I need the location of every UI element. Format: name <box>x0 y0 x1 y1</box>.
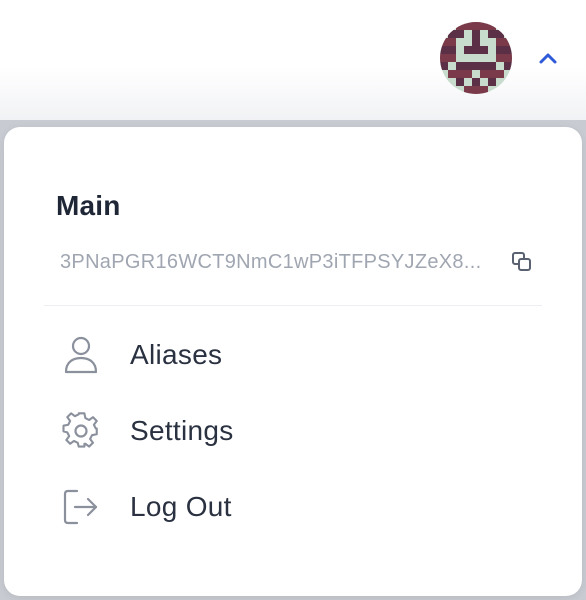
menu-item-aliases[interactable]: Aliases <box>60 329 540 381</box>
identicon-image <box>440 22 512 94</box>
logout-icon <box>60 486 102 528</box>
copy-icon <box>512 252 531 271</box>
copy-address-button[interactable] <box>510 250 534 274</box>
menu-item-settings[interactable]: Settings <box>60 405 540 457</box>
gear-icon <box>60 410 102 452</box>
menu-item-label: Log Out <box>130 491 232 522</box>
address-row: 3PNaPGR16WCT9NmC1wP3iTFPSYJZeX8... <box>60 248 540 276</box>
account-address: 3PNaPGR16WCT9NmC1wP3iTFPSYJZeX8... <box>60 250 482 273</box>
menu-item-label: Settings <box>130 415 234 446</box>
account-name: Main <box>56 190 121 221</box>
user-icon <box>60 334 102 376</box>
avatar[interactable] <box>440 22 512 94</box>
header-bar <box>0 0 586 120</box>
menu-item-label: Aliases <box>130 339 223 370</box>
menu-item-logout[interactable]: Log Out <box>60 481 540 533</box>
account-dropdown-menu: Main 3PNaPGR16WCT9NmC1wP3iTFPSYJZeX8... … <box>4 127 582 596</box>
menu-divider <box>44 305 542 306</box>
chevron-up-icon[interactable] <box>536 48 560 68</box>
